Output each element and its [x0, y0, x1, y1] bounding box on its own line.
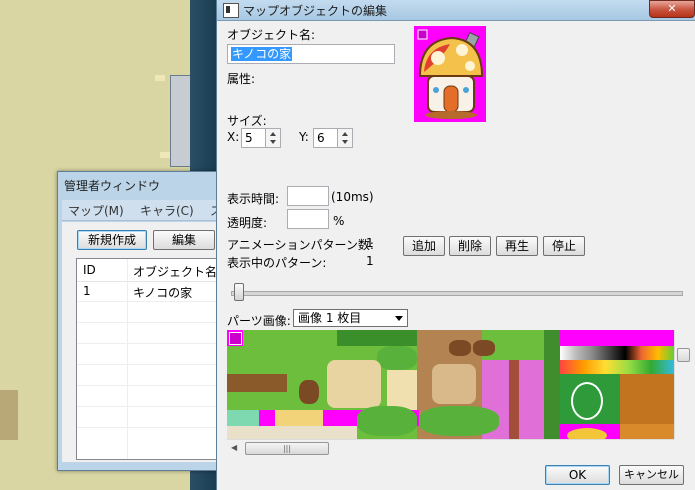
app-icon — [223, 3, 239, 18]
scroll-left-icon[interactable]: ◀ — [231, 443, 237, 452]
dialog-title: マップオブジェクトの編集 — [243, 4, 388, 18]
anim-count-label: アニメーションパターン数: — [227, 238, 374, 252]
column-id[interactable]: ID — [83, 263, 96, 277]
cancel-button[interactable]: キャンセル — [619, 465, 684, 485]
row-name: キノコの家 — [133, 286, 193, 300]
admin-window-title: 管理者ウィンドウ — [64, 179, 161, 193]
row-id: 1 — [83, 284, 91, 298]
tile — [560, 360, 674, 374]
tile — [259, 410, 275, 426]
menu-map[interactable]: マップ(M) — [68, 202, 124, 219]
admin-window: 管理者ウィンドウ マップ(M) キャラ(C) ス 新規作成 編集 ID オブジェ… — [57, 171, 238, 471]
pattern-slider-thumb[interactable] — [234, 283, 244, 301]
object-list[interactable]: ID オブジェクト名 1 キノコの家 — [76, 258, 238, 460]
admin-menubar: マップ(M) キャラ(C) ス — [62, 200, 222, 221]
tile — [229, 332, 242, 345]
table-row — [77, 344, 237, 365]
background-sprite — [155, 75, 165, 81]
tile — [357, 406, 417, 436]
background-sprite — [160, 152, 170, 158]
attribute-label: 属性: — [227, 72, 256, 86]
tile — [509, 360, 519, 439]
mushroom-house-icon — [417, 29, 484, 119]
chevron-down-icon — [395, 316, 403, 321]
tile — [275, 410, 323, 426]
background-sprite — [0, 390, 18, 440]
current-pattern-value: 1 — [366, 254, 374, 268]
current-pattern-label: 表示中のパターン: — [227, 256, 327, 270]
tile — [567, 428, 607, 439]
tile — [227, 410, 259, 426]
table-row — [77, 323, 237, 344]
table-row — [77, 386, 237, 407]
add-button[interactable]: 追加 — [403, 236, 445, 256]
tileset-vertical-scrollbar[interactable] — [674, 330, 692, 439]
play-button[interactable]: 再生 — [496, 236, 538, 256]
anim-count-value: 1 — [366, 236, 374, 250]
table-row — [77, 365, 237, 386]
stop-button[interactable]: 停止 — [543, 236, 585, 256]
parts-image-label: パーツ画像: — [227, 314, 291, 328]
table-row — [77, 302, 237, 323]
menu-chara[interactable]: キャラ(C) — [140, 202, 194, 219]
display-time-input[interactable] — [287, 186, 329, 206]
table-row — [77, 407, 237, 428]
ok-button[interactable]: OK — [545, 465, 610, 485]
tile — [337, 330, 417, 346]
list-header: ID オブジェクト名 — [77, 259, 237, 282]
tile — [620, 424, 674, 439]
tile — [387, 370, 417, 410]
size-y-spinner[interactable] — [337, 128, 353, 148]
tile — [560, 330, 674, 346]
size-x-label: X: — [227, 130, 240, 144]
parts-image-select-value: 画像 1 枚目 — [298, 311, 362, 325]
new-button[interactable]: 新規作成 — [77, 230, 147, 250]
tile — [620, 374, 674, 424]
opacity-input[interactable] — [287, 209, 329, 229]
tile — [571, 382, 603, 420]
tile — [419, 406, 499, 436]
vertical-scroll-thumb[interactable] — [677, 348, 690, 362]
delete-button[interactable]: 削除 — [449, 236, 491, 256]
edit-button[interactable]: 編集 — [153, 230, 215, 250]
tile — [327, 360, 381, 408]
edit-object-dialog: マップオブジェクトの編集 ✕ オブジェクト名: キノコの家 属性: サイズ: X… — [216, 0, 695, 490]
tile — [227, 426, 357, 439]
opacity-unit: % — [333, 214, 345, 228]
parts-tileset[interactable] — [227, 330, 674, 439]
object-name-label: オブジェクト名: — [227, 28, 316, 42]
size-label: サイズ: — [227, 114, 267, 128]
close-button[interactable]: ✕ — [649, 0, 695, 18]
tile — [432, 364, 476, 404]
table-row[interactable]: 1 キノコの家 — [77, 281, 237, 302]
display-time-label: 表示時間: — [227, 192, 280, 206]
tileset-horizontal-scrollbar[interactable]: ◀ ||| — [227, 439, 674, 457]
tile — [473, 340, 495, 356]
parts-image-select[interactable]: 画像 1 枚目 — [293, 309, 408, 327]
size-x-spinner[interactable] — [265, 128, 281, 148]
object-name-input[interactable]: キノコの家 — [227, 44, 395, 64]
column-name[interactable]: オブジェクト名 — [133, 263, 217, 280]
horizontal-scroll-thumb[interactable]: ||| — [245, 442, 329, 455]
tile — [560, 346, 674, 360]
object-name-value: キノコの家 — [231, 47, 293, 61]
tile — [299, 380, 319, 404]
display-time-unit: (10ms) — [331, 190, 374, 204]
tile — [377, 346, 417, 370]
tile — [544, 330, 560, 439]
pattern-slider-track[interactable] — [231, 291, 683, 296]
dialog-titlebar: マップオブジェクトの編集 ✕ — [217, 0, 695, 21]
object-preview-image — [414, 26, 486, 122]
tile — [449, 340, 471, 356]
opacity-label: 透明度: — [227, 216, 268, 230]
tile — [227, 374, 287, 392]
size-y-label: Y: — [299, 130, 309, 144]
